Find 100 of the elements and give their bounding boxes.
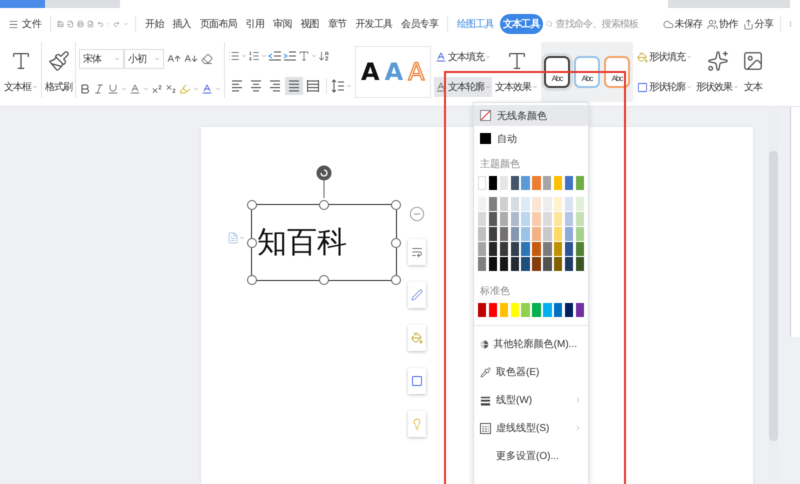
color-swatch[interactable] [521, 212, 530, 226]
color-swatch[interactable] [554, 242, 562, 256]
color-swatch[interactable] [532, 257, 541, 271]
shape-command-button[interactable]: 形状轮廓 [636, 77, 693, 97]
search-field[interactable]: 查找命令、搜索模板 [556, 18, 656, 30]
file-menu[interactable]: 文件 [6, 17, 44, 31]
shape-style-sample[interactable]: Abc [544, 56, 570, 88]
color-swatch[interactable] [576, 212, 584, 226]
color-swatch[interactable] [564, 197, 574, 211]
font-select[interactable]: 宋体 [79, 49, 124, 69]
color-swatch[interactable] [543, 242, 552, 256]
caret-icon[interactable] [733, 84, 739, 90]
color-swatch[interactable] [510, 257, 519, 271]
color-swatch[interactable] [576, 176, 584, 190]
color-swatch[interactable] [532, 303, 541, 317]
italic-icon[interactable] [93, 83, 105, 95]
color-swatch[interactable] [488, 303, 498, 317]
color-swatch[interactable] [564, 176, 574, 190]
caret-icon[interactable] [311, 53, 317, 59]
color-swatch[interactable] [488, 176, 498, 190]
resize-handle[interactable] [391, 200, 401, 210]
export-icon[interactable] [66, 18, 74, 30]
ribbon-tab[interactable]: 绘图工具 [454, 14, 497, 34]
bold-icon[interactable] [79, 83, 91, 95]
color-swatch[interactable] [478, 303, 486, 317]
color-swatch[interactable] [532, 227, 541, 241]
color-swatch[interactable] [488, 197, 498, 211]
menu-item[interactable]: 更多设置(O)... [474, 442, 588, 470]
ribbon-tab[interactable]: 开始 [142, 14, 167, 34]
share-icon[interactable] [742, 18, 754, 30]
cloud-icon[interactable] [662, 18, 674, 30]
ribbon-tab[interactable]: 章节 [324, 14, 350, 34]
caret-icon[interactable] [32, 84, 38, 90]
caret-icon[interactable] [346, 83, 352, 89]
text-box-button[interactable]: 文本 [742, 42, 764, 102]
color-swatch[interactable] [564, 227, 574, 241]
caret-icon[interactable] [154, 56, 160, 62]
ribbon-tab[interactable]: 文本工具 [500, 14, 543, 34]
ribbon-tab[interactable]: 视图 [298, 14, 322, 34]
decrease-indent-icon[interactable] [268, 49, 282, 63]
color-swatch[interactable] [510, 176, 519, 190]
color-swatch[interactable] [500, 242, 508, 256]
ribbon-tab[interactable]: 插入 [170, 14, 194, 34]
subscript-icon[interactable] [165, 83, 177, 95]
color-swatch[interactable] [488, 212, 498, 226]
text-effects-button[interactable]: 文本效果 [495, 42, 538, 102]
color-swatch[interactable] [554, 212, 562, 226]
effects-button[interactable] [408, 411, 426, 437]
color-swatch[interactable] [500, 197, 508, 211]
caret-icon[interactable] [143, 86, 149, 92]
caret-icon[interactable] [686, 84, 692, 90]
color-swatch[interactable] [564, 212, 574, 226]
color-swatch[interactable] [576, 303, 584, 317]
numbered-list-icon[interactable] [248, 50, 260, 62]
color-swatch[interactable] [478, 257, 486, 271]
menu-item[interactable]: 线型(W) [474, 386, 588, 414]
color-swatch[interactable] [543, 257, 552, 271]
caret-icon[interactable] [114, 56, 120, 62]
font-color-icon[interactable] [201, 83, 213, 95]
caret-icon[interactable] [532, 84, 538, 90]
resize-handle[interactable] [247, 200, 257, 210]
color-swatch[interactable] [532, 242, 541, 256]
menu-item[interactable]: 虚线线型(S) [474, 414, 588, 442]
color-swatch[interactable] [500, 227, 508, 241]
color-swatch[interactable] [478, 176, 486, 190]
style-button[interactable] [408, 282, 426, 308]
ribbon-tab[interactable]: 会员专享 [398, 14, 441, 34]
menu-item[interactable]: 无线条颜色 [474, 105, 588, 126]
font-size-select[interactable]: 小初 [124, 49, 164, 69]
color-swatch[interactable] [500, 257, 508, 271]
color-swatch[interactable] [543, 176, 552, 190]
color-swatch[interactable] [488, 242, 498, 256]
shape-style-sample[interactable]: Abc [574, 56, 600, 88]
color-swatch[interactable] [532, 197, 541, 211]
color-swatch[interactable] [554, 176, 562, 190]
line-spacing-icon[interactable] [331, 79, 345, 93]
print-icon[interactable] [76, 18, 84, 30]
color-swatch[interactable] [543, 212, 552, 226]
color-swatch[interactable] [564, 257, 574, 271]
caret-icon[interactable] [193, 86, 199, 92]
format-painter-button[interactable]: 格式刷 [45, 42, 72, 102]
outline-button[interactable] [408, 368, 426, 394]
toolbar-action[interactable]: 未保存 [662, 17, 704, 31]
color-swatch[interactable] [488, 227, 498, 241]
color-swatch[interactable] [500, 176, 508, 190]
text-style-sample[interactable]: A [361, 60, 379, 84]
resize-handle[interactable] [391, 275, 401, 285]
align-button[interactable] [285, 77, 303, 95]
superscript-icon[interactable] [151, 83, 163, 95]
resize-handle[interactable] [247, 275, 257, 285]
color-swatch[interactable] [510, 227, 519, 241]
color-swatch[interactable] [521, 176, 530, 190]
color-swatch[interactable] [500, 303, 508, 317]
color-swatch[interactable] [576, 227, 584, 241]
color-swatch[interactable] [478, 212, 486, 226]
underline-icon[interactable] [107, 83, 119, 95]
text-command-button[interactable]: 文本轮廓 [434, 77, 492, 97]
resize-handle[interactable] [391, 238, 401, 248]
menu-item[interactable]: 其他轮廓颜色(M)... [474, 330, 588, 358]
resize-handle[interactable] [247, 238, 257, 248]
